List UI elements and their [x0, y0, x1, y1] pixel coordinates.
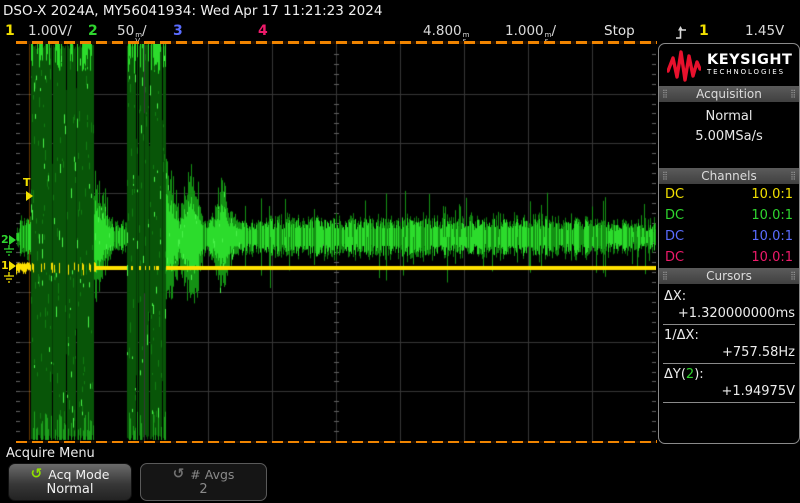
trigger-level[interactable]: 1.45V: [745, 23, 784, 39]
keysight-spark-icon: [667, 48, 701, 82]
channel-row-2: DC 10.0:1: [659, 205, 799, 226]
sample-rate: 5.00MSa/s: [659, 128, 799, 146]
channel-2-scale-suffix: /: [142, 23, 147, 39]
channel-2-number[interactable]: 2: [88, 23, 98, 39]
grip-icon: ⣿: [790, 272, 796, 280]
coupling-label: DC: [665, 208, 684, 223]
grip-icon: ⣿: [662, 172, 668, 180]
channel-1-ground-icon: [3, 272, 15, 283]
channel-1-number[interactable]: 1: [5, 23, 15, 39]
channel-row-3: DC 10.0:1: [659, 226, 799, 247]
channel-row-1: DC 10.0:1: [659, 184, 799, 205]
delta-x-value: +1.320000000ms: [663, 305, 795, 322]
delta-y-value: +1.94975V: [663, 383, 795, 400]
softkey-acq-mode[interactable]: ↺ Acq Mode Normal: [8, 463, 132, 501]
keysight-logo: KEYSIGHT TECHNOLOGIES: [659, 44, 799, 86]
logo-brand: KEYSIGHT: [707, 53, 792, 68]
channel-4-number[interactable]: 4: [258, 23, 268, 39]
delta-y-channel: 2: [686, 367, 694, 382]
trigger-source[interactable]: 1: [699, 23, 709, 39]
info-sidebar: KEYSIGHT TECHNOLOGIES ⣿ Acquisition ⣿ No…: [658, 43, 800, 444]
cycle-icon: ↺: [31, 468, 43, 481]
trigger-slope-icon: [674, 25, 688, 41]
grip-icon: ⣿: [790, 172, 796, 180]
softkey-label: Acq Mode: [48, 467, 109, 482]
channel-2-ground-arrow[interactable]: [9, 235, 16, 245]
channel-2-scale-value: 50: [117, 23, 134, 39]
cursors-info: ΔX: +1.320000000ms 1/ΔX: +757.58Hz ΔY(2)…: [659, 284, 799, 443]
acquisition-header[interactable]: ⣿ Acquisition ⣿: [659, 86, 799, 102]
waveform-display: [16, 44, 656, 441]
grip-icon: ⣿: [662, 272, 668, 280]
trigger-level-label[interactable]: T: [23, 177, 31, 188]
softkey-num-avgs[interactable]: ↺ # Avgs 2: [140, 463, 267, 501]
timebase-value: 1.000: [505, 23, 544, 39]
acquisition-mode: Normal: [659, 108, 799, 126]
coupling-label: DC: [665, 250, 684, 265]
channel-row-4: DC 10.0:1: [659, 247, 799, 268]
delay-value: 4.800: [423, 23, 462, 39]
timebase-suffix: /: [551, 23, 556, 39]
inv-delta-x-label: 1/ΔX:: [664, 327, 795, 344]
acquisition-info: Normal 5.00MSa/s: [659, 102, 799, 168]
cursors-header-label: Cursors: [706, 269, 752, 283]
coupling-label: DC: [665, 229, 684, 244]
oscilloscope-screen: DSO-X 2024A, MY56041934: Wed Apr 17 11:2…: [0, 0, 800, 503]
acquisition-header-label: Acquisition: [696, 87, 762, 101]
softkey-value: Normal: [9, 482, 131, 497]
inv-delta-x-value: +757.58Hz: [663, 344, 795, 361]
delta-y-label: ΔY(2):: [664, 366, 795, 383]
probe-ratio: 10.0:1: [751, 229, 793, 244]
channel-2-ground-label[interactable]: 2: [1, 234, 9, 245]
channels-header[interactable]: ⣿ Channels ⣿: [659, 168, 799, 184]
run-state: Stop: [604, 23, 635, 39]
divider: [663, 363, 795, 364]
channel-1-ground-label[interactable]: 1: [1, 260, 9, 271]
trigger-level-arrow[interactable]: [26, 191, 33, 201]
channels-header-label: Channels: [701, 169, 757, 183]
divider: [663, 324, 795, 325]
coupling-label: DC: [665, 187, 684, 202]
channels-info: DC 10.0:1 DC 10.0:1 DC 10.0:1 DC 10.0:1: [659, 184, 799, 268]
softkey-label: # Avgs: [190, 467, 234, 482]
channel-1-ground-arrow[interactable]: [9, 261, 16, 271]
cursors-header[interactable]: ⣿ Cursors ⣿: [659, 268, 799, 284]
grip-icon: ⣿: [790, 90, 796, 98]
probe-ratio: 10.0:1: [751, 187, 793, 202]
logo-sub: TECHNOLOGIES: [707, 68, 792, 77]
channel-1-scale[interactable]: 1.00V/: [28, 23, 72, 39]
channel-3-number[interactable]: 3: [173, 23, 183, 39]
delta-x-label: ΔX:: [664, 288, 795, 305]
probe-ratio: 10.0:1: [751, 208, 793, 223]
menu-title: Acquire Menu: [6, 446, 95, 461]
channel-2-ground-icon: [3, 245, 15, 256]
probe-ratio: 10.0:1: [751, 250, 793, 265]
grip-icon: ⣿: [662, 90, 668, 98]
instrument-title: DSO-X 2024A, MY56041934: Wed Apr 17 11:2…: [3, 3, 382, 19]
softkey-value: 2: [141, 482, 266, 497]
divider: [663, 402, 795, 403]
status-bar: 1 1.00V/ 2 50mV/ 3 4 4.800ms 1.000ms/ St…: [0, 22, 800, 42]
cycle-icon: ↺: [173, 468, 185, 481]
